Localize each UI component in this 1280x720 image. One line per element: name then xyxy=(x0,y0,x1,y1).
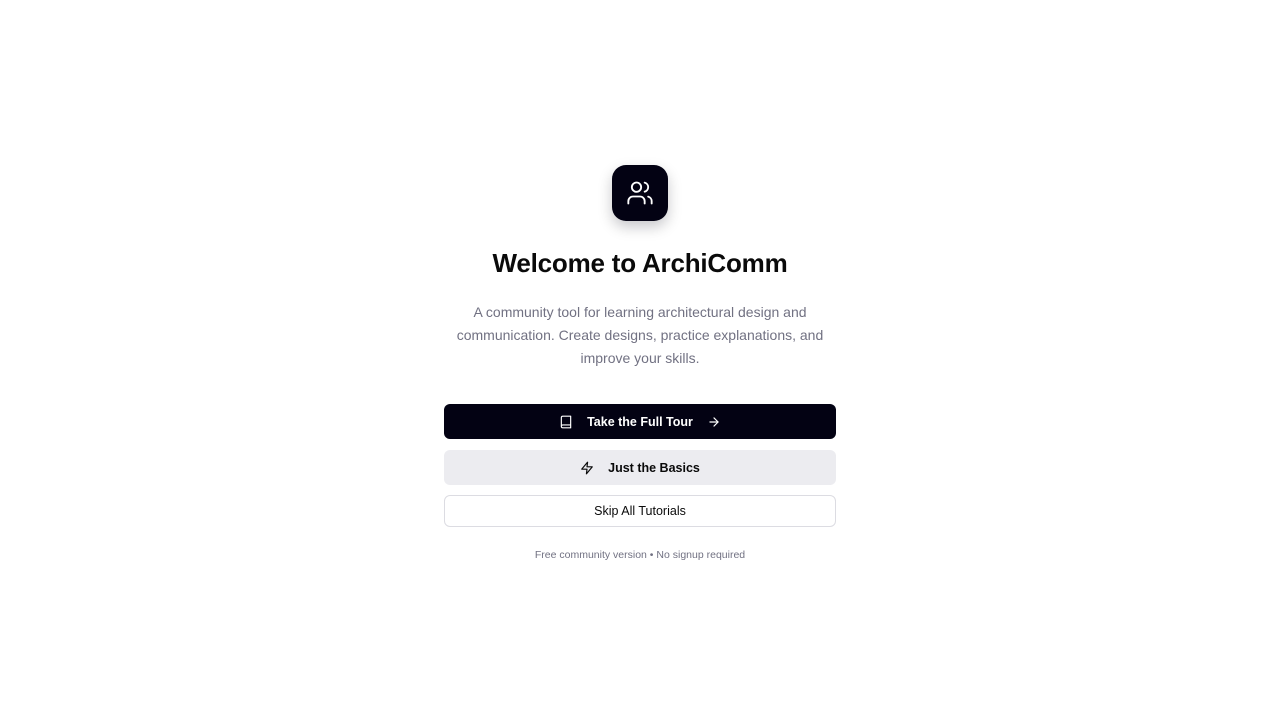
welcome-card: Welcome to ArchiComm A community tool fo… xyxy=(444,165,836,561)
skip-tutorials-button[interactable]: Skip All Tutorials xyxy=(444,495,836,527)
arrow-right-icon xyxy=(707,415,721,429)
zap-icon xyxy=(580,461,594,475)
page-title: Welcome to ArchiComm xyxy=(492,248,788,278)
onboarding-actions: Take the Full Tour Just the Basics Skip … xyxy=(444,404,836,527)
app-logo xyxy=(612,165,668,221)
take-full-tour-label: Take the Full Tour xyxy=(587,414,693,429)
skip-tutorials-label: Skip All Tutorials xyxy=(594,504,686,518)
book-icon xyxy=(559,415,573,429)
app-description: A community tool for learning architectu… xyxy=(456,304,824,366)
just-the-basics-button[interactable]: Just the Basics xyxy=(444,450,836,485)
welcome-page: Welcome to ArchiComm A community tool fo… xyxy=(0,0,1280,720)
take-full-tour-button[interactable]: Take the Full Tour xyxy=(444,404,836,439)
users-icon xyxy=(626,179,654,207)
just-the-basics-label: Just the Basics xyxy=(608,460,700,475)
footnote: Free community version • No signup requi… xyxy=(534,549,746,561)
